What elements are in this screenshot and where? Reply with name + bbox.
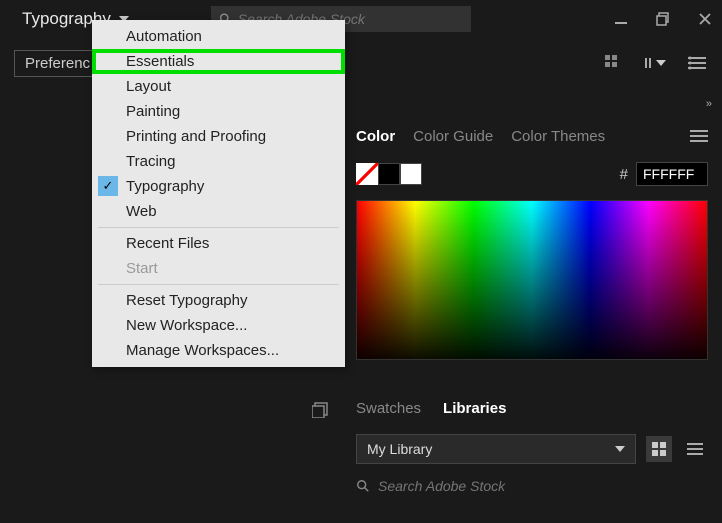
search-icon xyxy=(356,479,370,493)
libraries-tabs: Swatches Libraries xyxy=(342,390,722,426)
list-view-button[interactable] xyxy=(682,436,708,462)
panel-collapse-icon[interactable] xyxy=(312,400,330,418)
libraries-panel: Swatches Libraries My Library xyxy=(342,390,722,500)
menu-item-new-workspace-[interactable]: New Workspace... xyxy=(92,313,345,338)
workspace-menu: AutomationEssentialsLayoutPaintingPrinti… xyxy=(92,20,345,367)
color-spectrum[interactable] xyxy=(356,200,708,360)
menu-item-recent-files[interactable]: Recent Files xyxy=(92,231,345,256)
menu-item-reset-typography[interactable]: Reset Typography xyxy=(92,288,345,313)
tab-color-guide[interactable]: Color Guide xyxy=(413,128,493,145)
swatch-white[interactable] xyxy=(400,163,422,185)
window-controls xyxy=(612,10,714,28)
color-panel: Color Color Guide Color Themes # xyxy=(342,118,722,366)
preferences-button[interactable]: Preferenc xyxy=(14,50,101,77)
library-selected-label: My Library xyxy=(367,441,432,457)
restore-button[interactable] xyxy=(654,10,672,28)
check-icon: ✓ xyxy=(98,176,118,196)
color-value-row: # xyxy=(342,154,722,194)
library-search-input[interactable] xyxy=(378,478,708,494)
swatch-black[interactable] xyxy=(378,163,400,185)
menu-item-printing-and-proofing[interactable]: Printing and Proofing xyxy=(92,124,345,149)
menu-item-essentials[interactable]: Essentials xyxy=(92,49,345,74)
list-view-icon[interactable] xyxy=(686,52,708,74)
library-search-box[interactable] xyxy=(342,472,722,500)
tab-color[interactable]: Color xyxy=(356,128,395,145)
grid-view-icon[interactable] xyxy=(602,52,624,74)
color-panel-tabs: Color Color Guide Color Themes xyxy=(342,118,722,154)
hex-input[interactable] xyxy=(636,162,708,186)
tab-color-themes[interactable]: Color Themes xyxy=(511,128,605,145)
hex-hash-label: # xyxy=(620,166,628,183)
tab-swatches[interactable]: Swatches xyxy=(356,400,421,417)
menu-item-typography[interactable]: Typography✓ xyxy=(92,174,345,199)
tab-libraries[interactable]: Libraries xyxy=(443,400,506,417)
library-dropdown[interactable]: My Library xyxy=(356,434,636,464)
arrange-icon[interactable] xyxy=(644,52,666,74)
menu-item-manage-workspaces-[interactable]: Manage Workspaces... xyxy=(92,338,345,363)
panel-menu-icon[interactable] xyxy=(690,130,708,142)
menu-item-layout[interactable]: Layout xyxy=(92,74,345,99)
grid-view-button[interactable] xyxy=(646,436,672,462)
menu-item-web[interactable]: Web xyxy=(92,199,345,224)
menu-item-tracing[interactable]: Tracing xyxy=(92,149,345,174)
menu-item-start: Start xyxy=(92,256,345,281)
menu-item-painting[interactable]: Painting xyxy=(92,99,345,124)
library-select-row: My Library xyxy=(342,426,722,472)
chevron-down-icon xyxy=(615,446,625,452)
swatch-none[interactable] xyxy=(356,163,378,185)
close-button[interactable] xyxy=(696,10,714,28)
overflow-icon[interactable]: » xyxy=(706,98,712,110)
minimize-button[interactable] xyxy=(612,10,630,28)
menu-item-automation[interactable]: Automation xyxy=(92,24,345,49)
color-swatches xyxy=(356,163,422,185)
